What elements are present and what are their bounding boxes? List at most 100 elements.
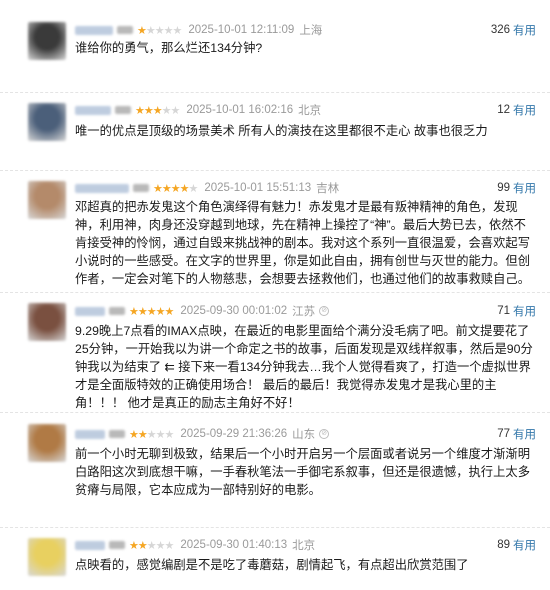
star-empty-icon: ★ xyxy=(146,539,157,552)
star-rating: ★★★★★ xyxy=(135,104,181,117)
star-filled-icon: ★ xyxy=(137,24,147,37)
username[interactable] xyxy=(75,183,129,193)
review-time: 2025-09-30 00:01:02 xyxy=(180,305,288,317)
vote-area: 77 有用 xyxy=(497,426,536,442)
review-item: ★★★★★ 2025-09-29 21:36:26 山东 ⊘ 77 有用 前一个… xyxy=(0,412,550,528)
star-filled-icon: ★ xyxy=(135,104,145,117)
review-meta: ★★★★★ 2025-09-30 00:01:02 江苏 ⊘ xyxy=(75,303,330,319)
review-location: 吉林 xyxy=(316,183,340,195)
avatar[interactable] xyxy=(28,22,66,60)
star-empty-icon: ★ xyxy=(145,24,156,37)
useful-button[interactable]: 有用 xyxy=(513,180,536,196)
useful-button[interactable]: 有用 xyxy=(513,22,536,38)
vote-count: 71 xyxy=(497,305,510,317)
useful-button[interactable]: 有用 xyxy=(513,303,536,319)
review-content: 谁给你的勇气，那么烂还134分钟? xyxy=(75,41,263,55)
review-location: 北京 xyxy=(292,540,316,552)
star-filled-icon: ★ xyxy=(129,305,139,318)
report-icon[interactable]: ⊘ xyxy=(319,429,330,439)
star-rating: ★★★★★ xyxy=(129,539,175,552)
review-location: 北京 xyxy=(298,105,322,117)
review-item: ★★★★★ 2025-10-01 16:02:16 北京 12 有用 唯一的优点… xyxy=(0,92,550,171)
star-rating: ★★★★★ xyxy=(153,182,199,195)
username[interactable] xyxy=(75,105,111,115)
avatar[interactable] xyxy=(28,103,66,141)
star-empty-icon: ★ xyxy=(154,24,165,37)
report-icon[interactable]: ⊘ xyxy=(319,306,330,316)
review-content: 唯一的优点是顶级的场景美术 所有人的演技在这里都很不走心 故事也很乏力 xyxy=(75,124,488,138)
review-content: 9.29晚上7点看的IMAX点映，在最近的电影里面给个满分没毛病了吧。前文提要花… xyxy=(75,324,533,410)
star-filled-icon: ★ xyxy=(129,539,139,552)
vote-area: 99 有用 xyxy=(497,180,536,196)
star-empty-icon: ★ xyxy=(163,24,174,37)
review-content: 邓超真的把赤发鬼这个角色演绎得有魅力！赤发鬼才是最有叛神精神的角色，发现神，利用… xyxy=(75,200,530,286)
review-time: 2025-09-29 21:36:26 xyxy=(180,428,288,440)
review-location: 山东 xyxy=(292,429,316,441)
username[interactable] xyxy=(75,429,105,439)
avatar[interactable] xyxy=(28,181,66,219)
avatar[interactable] xyxy=(28,303,66,341)
star-filled-icon: ★ xyxy=(155,305,166,318)
useful-button[interactable]: 有用 xyxy=(513,537,536,553)
vote-area: 71 有用 xyxy=(497,303,536,319)
user-level-badge xyxy=(109,541,125,549)
star-filled-icon: ★ xyxy=(161,182,172,195)
review-location: 江苏 xyxy=(292,306,316,318)
vote-area: 326 有用 xyxy=(491,22,536,38)
vote-count: 12 xyxy=(497,104,510,116)
review-location: 上海 xyxy=(299,25,323,37)
review-item: ★★★★★ 2025-10-01 12:11:09 上海 326 有用 谁给你的… xyxy=(0,22,550,92)
username[interactable] xyxy=(75,540,105,550)
star-empty-icon: ★ xyxy=(188,182,199,195)
avatar[interactable] xyxy=(28,538,66,576)
star-empty-icon: ★ xyxy=(155,539,166,552)
user-level-badge xyxy=(115,106,131,114)
star-empty-icon: ★ xyxy=(170,104,181,117)
review-meta: ★★★★★ 2025-09-30 01:40:13 北京 xyxy=(75,537,315,553)
avatar[interactable] xyxy=(28,424,66,462)
star-empty-icon: ★ xyxy=(164,539,175,552)
vote-count: 89 xyxy=(497,539,510,551)
star-filled-icon: ★ xyxy=(137,428,148,441)
star-empty-icon: ★ xyxy=(161,104,172,117)
star-filled-icon: ★ xyxy=(164,305,175,318)
star-filled-icon: ★ xyxy=(137,539,148,552)
star-rating: ★★★★★ xyxy=(129,428,175,441)
useful-button[interactable]: 有用 xyxy=(513,102,536,118)
review-time: 2025-10-01 15:51:13 xyxy=(204,182,312,194)
star-empty-icon: ★ xyxy=(172,24,183,37)
vote-area: 12 有用 xyxy=(497,102,536,118)
review-item: ★★★★★ 2025-10-01 15:51:13 吉林 99 有用 邓超真的把… xyxy=(0,170,550,293)
vote-count: 99 xyxy=(497,182,510,194)
vote-count: 326 xyxy=(490,24,510,36)
review-meta: ★★★★★ 2025-09-29 21:36:26 山东 ⊘ xyxy=(75,426,330,442)
star-filled-icon: ★ xyxy=(170,182,181,195)
review-meta: ★★★★★ 2025-10-01 15:51:13 吉林 xyxy=(75,180,339,196)
star-rating: ★★★★★ xyxy=(129,305,175,318)
review-meta: ★★★★★ 2025-10-01 16:02:16 北京 xyxy=(75,102,321,118)
star-empty-icon: ★ xyxy=(164,428,175,441)
username[interactable] xyxy=(75,25,113,35)
username[interactable] xyxy=(75,306,105,316)
user-level-badge xyxy=(109,307,125,315)
star-rating: ★★★★★ xyxy=(137,24,183,37)
star-filled-icon: ★ xyxy=(146,305,157,318)
star-filled-icon: ★ xyxy=(152,104,163,117)
review-content: 前一个小时无聊到极致，结果后一个小时开启另一个层面或者说另一个维度才渐渐明白路阳… xyxy=(75,447,530,497)
star-filled-icon: ★ xyxy=(129,428,139,441)
vote-count: 77 xyxy=(497,428,510,440)
star-filled-icon: ★ xyxy=(143,104,154,117)
review-content: 点映看的，感觉编剧是不是吃了毒蘑菇，剧情起飞，有点超出欣赏范围了 xyxy=(75,558,469,572)
useful-button[interactable]: 有用 xyxy=(513,426,536,442)
review-time: 2025-10-01 16:02:16 xyxy=(186,104,294,116)
user-level-badge xyxy=(109,430,125,438)
user-level-badge xyxy=(133,184,149,192)
review-time: 2025-10-01 12:11:09 xyxy=(188,24,295,36)
user-level-badge xyxy=(117,26,133,34)
star-filled-icon: ★ xyxy=(179,182,190,195)
star-filled-icon: ★ xyxy=(153,182,163,195)
star-empty-icon: ★ xyxy=(155,428,166,441)
star-filled-icon: ★ xyxy=(137,305,148,318)
star-empty-icon: ★ xyxy=(146,428,157,441)
review-item: ★★★★★ 2025-09-30 00:01:02 江苏 ⊘ 71 有用 9.2… xyxy=(0,292,550,413)
